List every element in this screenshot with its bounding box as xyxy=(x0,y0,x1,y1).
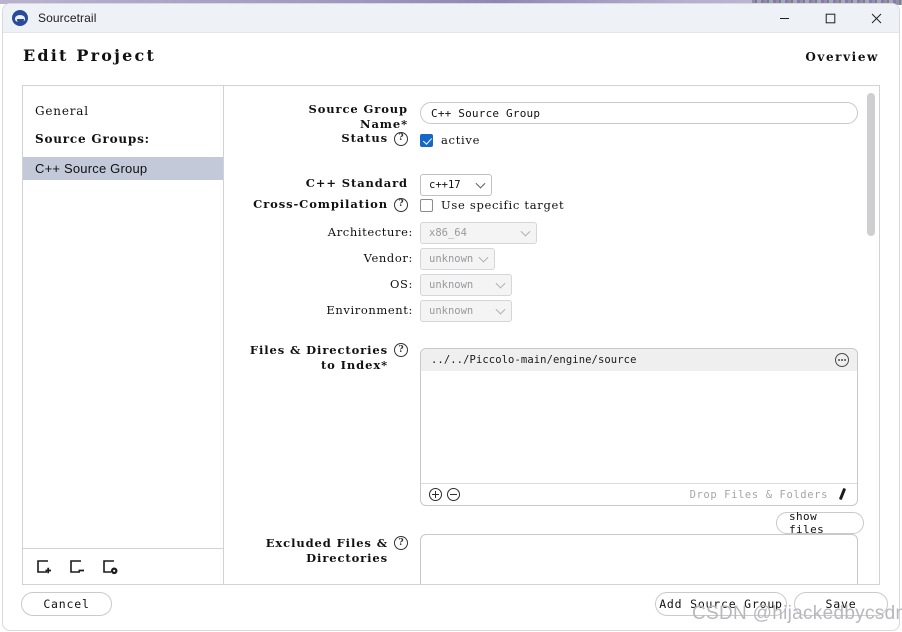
files-to-index-label-group: Files & Directories to Index* ? xyxy=(238,343,408,373)
vendor-value: unknown xyxy=(429,253,474,265)
cross-compilation-help-icon[interactable]: ? xyxy=(394,197,408,212)
files-to-index-help-icon[interactable]: ? xyxy=(394,343,408,357)
duplicate-source-group-icon[interactable] xyxy=(100,557,120,577)
remove-source-group-icon[interactable] xyxy=(67,557,87,577)
excluded-files-help-icon[interactable]: ? xyxy=(394,536,408,550)
remove-file-icon[interactable] xyxy=(447,488,460,501)
source-group-name-label: Source Group Name* xyxy=(238,102,408,132)
status-active-checkbox[interactable] xyxy=(420,134,433,147)
window-title: Sourcetrail xyxy=(38,11,97,25)
source-group-name-input[interactable]: C++ Source Group xyxy=(420,102,858,124)
use-specific-target-row[interactable]: Use specific target xyxy=(420,199,564,212)
sourcetrail-logo-icon xyxy=(12,10,28,26)
status-active-label: active xyxy=(441,133,481,147)
edit-project-body: General Source Groups: C++ Source Group xyxy=(22,85,880,585)
source-group-form: Source Group Name* C++ Source Group Stat… xyxy=(224,86,879,584)
cross-compilation-label-group: Cross-Compilation ? xyxy=(238,197,408,212)
os-label-group: OS: xyxy=(238,277,413,292)
excluded-files-label-line2: Directories xyxy=(306,551,388,565)
more-options-icon[interactable] xyxy=(835,353,849,367)
os-select[interactable]: unknown xyxy=(420,274,512,296)
page-header: Edit Project Overview xyxy=(3,33,899,81)
add-file-icon[interactable] xyxy=(429,488,442,501)
status-label: Status xyxy=(341,131,388,145)
file-path: ../../Piccolo-main/engine/source xyxy=(431,354,637,366)
architecture-value: x86_64 xyxy=(429,227,467,239)
drop-files-hint: Drop Files & Folders xyxy=(689,488,828,501)
source-group-name-label-line1: Source Group xyxy=(308,102,408,116)
cross-compilation-label: Cross-Compilation xyxy=(253,197,388,211)
sidebar-item-cpp-source-group[interactable]: C++ Source Group xyxy=(23,157,223,180)
environment-label: Environment: xyxy=(326,303,413,317)
files-listbox-toolbar: Drop Files & Folders xyxy=(421,483,857,505)
add-source-group-icon[interactable] xyxy=(34,557,54,577)
excluded-files-label-line1: Excluded Files & xyxy=(265,536,388,550)
vendor-label-group: Vendor: xyxy=(238,251,413,266)
cpp-standard-label: C++ Standard xyxy=(305,176,408,190)
excluded-files-listbox[interactable] xyxy=(420,534,858,584)
cpp-standard-select[interactable]: c++17 xyxy=(420,174,492,196)
dialog-footer: Cancel Add Source Group Save xyxy=(3,584,899,630)
use-specific-target-checkbox[interactable] xyxy=(420,199,433,212)
chevron-down-icon xyxy=(495,278,506,289)
overview-link[interactable]: Overview xyxy=(805,50,879,64)
status-checkbox-row[interactable]: active xyxy=(420,134,480,147)
list-item[interactable]: ../../Piccolo-main/engine/source xyxy=(421,349,857,371)
close-icon[interactable] xyxy=(853,4,899,33)
os-label: OS: xyxy=(390,277,413,291)
maximize-icon[interactable] xyxy=(807,4,853,33)
vendor-label: Vendor: xyxy=(363,251,413,265)
files-to-index-listbox[interactable]: ../../Piccolo-main/engine/source Drop Fi… xyxy=(420,348,858,506)
chevron-down-icon xyxy=(475,178,486,189)
use-specific-target-label: Use specific target xyxy=(441,198,565,212)
minimize-icon[interactable] xyxy=(761,4,807,33)
app-root: Sourcetrail Edit Project Overview Genera… xyxy=(0,0,902,632)
form-scrollbar[interactable] xyxy=(865,88,877,584)
source-group-name-label-line2: Name* xyxy=(360,117,408,131)
os-value: unknown xyxy=(429,279,474,291)
chevron-down-icon xyxy=(478,252,489,263)
form-content: Source Group Name* C++ Source Group Stat… xyxy=(224,86,864,584)
chevron-down-icon xyxy=(495,304,506,315)
add-source-group-button[interactable]: Add Source Group xyxy=(655,592,787,616)
status-help-icon[interactable]: ? xyxy=(394,131,408,146)
excluded-files-label-group: Excluded Files & Directories ? xyxy=(238,536,408,566)
architecture-label: Architecture: xyxy=(327,225,413,239)
architecture-select[interactable]: x86_64 xyxy=(420,222,537,244)
window-controls xyxy=(761,4,899,33)
sidebar: General Source Groups: C++ Source Group xyxy=(23,86,224,584)
files-to-index-label-line2: to Index* xyxy=(320,358,388,372)
page-title: Edit Project xyxy=(23,46,157,65)
title-bar: Sourcetrail xyxy=(3,4,899,33)
environment-label-group: Environment: xyxy=(238,303,413,318)
cpp-standard-value: c++17 xyxy=(429,179,461,191)
environment-select[interactable]: unknown xyxy=(420,300,512,322)
cpp-standard-label-group: C++ Standard xyxy=(238,176,408,191)
sourcetrail-window: Sourcetrail Edit Project Overview Genera… xyxy=(2,3,900,631)
form-scrollbar-thumb[interactable] xyxy=(867,93,875,236)
sidebar-item-general[interactable]: General xyxy=(23,99,223,123)
status-label-group: Status ? xyxy=(238,131,408,146)
environment-value: unknown xyxy=(429,305,474,317)
cancel-button[interactable]: Cancel xyxy=(21,592,112,616)
sidebar-section-source-groups: Source Groups: xyxy=(35,132,150,146)
files-to-index-label-line1: Files & Directories xyxy=(249,343,388,357)
architecture-label-group: Architecture: xyxy=(238,225,413,240)
edit-pencil-icon[interactable] xyxy=(836,488,849,501)
save-button[interactable]: Save xyxy=(794,592,888,616)
vendor-select[interactable]: unknown xyxy=(420,248,495,270)
chevron-down-icon xyxy=(520,226,531,237)
sidebar-toolbar xyxy=(23,548,223,584)
show-files-button[interactable]: show files xyxy=(776,510,864,536)
